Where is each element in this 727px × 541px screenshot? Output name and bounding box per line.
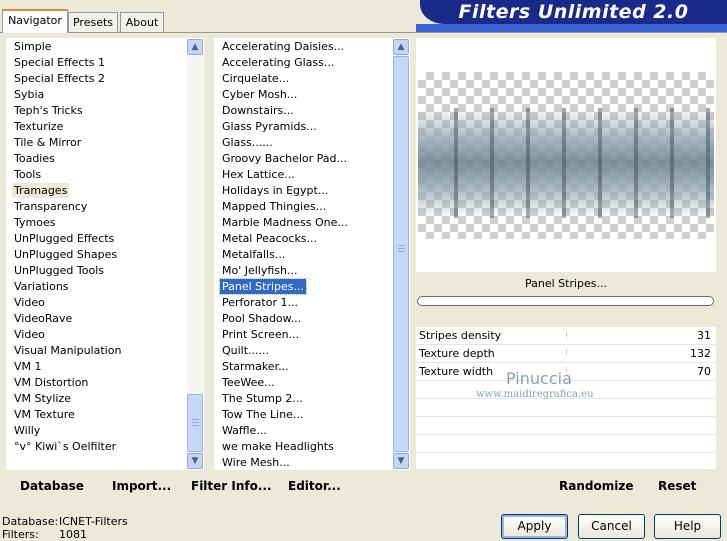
cancel-button[interactable]: Cancel <box>578 514 645 539</box>
list-item[interactable]: Transparency <box>12 199 89 214</box>
list-item[interactable]: Tymoes <box>12 215 57 230</box>
scroll-down-icon[interactable]: ▼ <box>187 453 203 469</box>
param-row-empty <box>416 417 716 435</box>
list-item[interactable]: Metalfalls... <box>220 247 287 262</box>
list-item[interactable]: Marble Madness One... <box>220 215 350 230</box>
list-item[interactable]: Sybia <box>12 87 46 102</box>
database-label: Database: <box>2 515 59 528</box>
list-item[interactable]: VM Distortion <box>12 375 90 390</box>
category-scrollbar[interactable]: ▲ ▼ <box>187 39 203 469</box>
preview-image <box>418 72 714 239</box>
param-row-empty <box>416 453 716 471</box>
scroll-up-icon[interactable]: ▲ <box>187 39 203 55</box>
title-accent-bar <box>416 24 727 32</box>
tab-navigator[interactable]: Navigator <box>2 9 68 33</box>
apply-button[interactable]: Apply <box>501 514 568 539</box>
list-item[interactable]: Accelerating Glass... <box>220 55 336 70</box>
progress-bar <box>417 296 714 306</box>
list-item[interactable]: Mapped Thingies... <box>220 199 328 214</box>
tab-divider <box>0 32 727 33</box>
help-button[interactable]: Help <box>654 514 721 539</box>
list-item[interactable]: Perforator 1... <box>220 295 300 310</box>
param-label: Stripes density <box>419 329 502 342</box>
tab-about[interactable]: About <box>120 12 164 32</box>
list-item[interactable]: Accelerating Daisies... <box>220 39 346 54</box>
watermark-url: www.maidiregrafica.eu <box>476 389 594 400</box>
list-item[interactable]: Video <box>12 295 47 310</box>
import-button[interactable]: Import... <box>112 479 171 493</box>
list-item[interactable]: Texturize <box>12 119 65 134</box>
scroll-up-icon[interactable]: ▲ <box>393 39 409 55</box>
list-item[interactable]: Wire Mesh... <box>220 455 292 470</box>
filter-scrollbar[interactable]: ▲ ▼ <box>393 39 409 469</box>
list-item[interactable]: Visual Manipulation <box>12 343 123 358</box>
list-item[interactable]: Variations <box>12 279 71 294</box>
category-scroll-thumb[interactable] <box>187 394 203 452</box>
list-item[interactable]: VM 1 <box>12 359 44 374</box>
filter-scroll-thumb[interactable] <box>393 56 409 452</box>
parameter-toolbar: Randomize Reset <box>416 474 716 500</box>
database-value: ICNET-Filters <box>59 515 128 528</box>
list-item[interactable]: UnPlugged Tools <box>12 263 106 278</box>
list-item[interactable]: Metal Peacocks... <box>220 231 319 246</box>
list-item[interactable]: Waffle... <box>220 423 269 438</box>
list-item[interactable]: Pool Shadow... <box>220 311 303 326</box>
filter-list[interactable]: Accelerating Daisies... Accelerating Glas… <box>214 38 410 470</box>
list-item[interactable]: Mo' Jellyfish... <box>220 263 300 278</box>
scroll-down-icon[interactable]: ▼ <box>393 453 409 469</box>
list-item[interactable]: Hex Lattice... <box>220 167 297 182</box>
list-item[interactable]: Starmaker... <box>220 359 291 374</box>
list-item[interactable]: TeeWee... <box>220 375 277 390</box>
list-item[interactable]: UnPlugged Effects <box>12 231 116 246</box>
app-title: Filters Unlimited 2.0 <box>458 1 689 23</box>
editor-button[interactable]: Editor... <box>288 479 341 493</box>
list-item[interactable]: we make Headlights <box>220 439 336 454</box>
list-item[interactable]: The Stump 2... <box>220 391 305 406</box>
current-filter-name: Panel Stripes... <box>416 272 716 296</box>
filters-count-label: Filters: <box>2 528 39 541</box>
list-item[interactable]: Tile & Mirror <box>12 135 83 150</box>
list-item[interactable]: Willy <box>12 423 42 438</box>
list-item[interactable]: Tramages <box>12 183 70 198</box>
param-value[interactable]: 132 <box>690 347 711 360</box>
list-item[interactable]: Special Effects 2 <box>12 71 107 86</box>
list-item[interactable]: Print Screen... <box>220 327 301 342</box>
reset-button[interactable]: Reset <box>658 479 696 493</box>
randomize-button[interactable]: Randomize <box>559 479 633 493</box>
list-item[interactable]: Groovy Bachelor Pad... <box>220 151 349 166</box>
list-item[interactable]: Quilt...... <box>220 343 271 358</box>
category-list[interactable]: Simple Special Effects 1 Special Effects 2… <box>6 38 204 470</box>
list-item[interactable]: Glass...... <box>220 135 275 150</box>
list-item[interactable]: Cyber Mosh... <box>220 87 299 102</box>
list-item[interactable]: Glass Pyramids... <box>220 119 319 134</box>
list-item[interactable]: Panel Stripes... <box>218 278 308 295</box>
param-value[interactable]: 70 <box>697 365 711 378</box>
list-item[interactable]: Teph's Tricks <box>12 103 85 118</box>
list-item[interactable]: UnPlugged Shapes <box>12 247 119 262</box>
list-item[interactable]: Tools <box>12 167 43 182</box>
list-item[interactable]: Tow The Line... <box>220 407 305 422</box>
list-item[interactable]: VM Texture <box>12 407 77 422</box>
list-item[interactable]: Cirquelate... <box>220 71 291 86</box>
list-item[interactable]: VideoRave <box>12 311 74 326</box>
list-item[interactable]: Simple <box>12 39 54 54</box>
database-button[interactable]: Database <box>20 479 84 493</box>
param-label: Texture depth <box>419 347 495 360</box>
list-item[interactable]: Special Effects 1 <box>12 55 107 70</box>
list-item[interactable]: Toadies <box>12 151 57 166</box>
filters-count-value: 1081 <box>59 528 87 541</box>
watermark-name: Pinuccia <box>506 369 572 388</box>
filter-info-button[interactable]: Filter Info... <box>191 479 272 493</box>
list-item[interactable]: Holidays in Egypt... <box>220 183 330 198</box>
tab-presets[interactable]: Presets <box>68 12 118 32</box>
list-item[interactable]: °v° Kiwi`s Oelfilter <box>12 439 118 454</box>
param-row-empty <box>416 435 716 453</box>
list-item[interactable]: VM Stylize <box>12 391 73 406</box>
list-item[interactable]: Downstairs... <box>220 103 296 118</box>
list-item[interactable]: Video <box>12 327 47 342</box>
param-value[interactable]: 31 <box>697 329 711 342</box>
list-toolbar: Database Import... Filter Info... Editor… <box>6 474 410 500</box>
param-row-empty <box>416 399 716 417</box>
param-label: Texture width <box>419 365 494 378</box>
